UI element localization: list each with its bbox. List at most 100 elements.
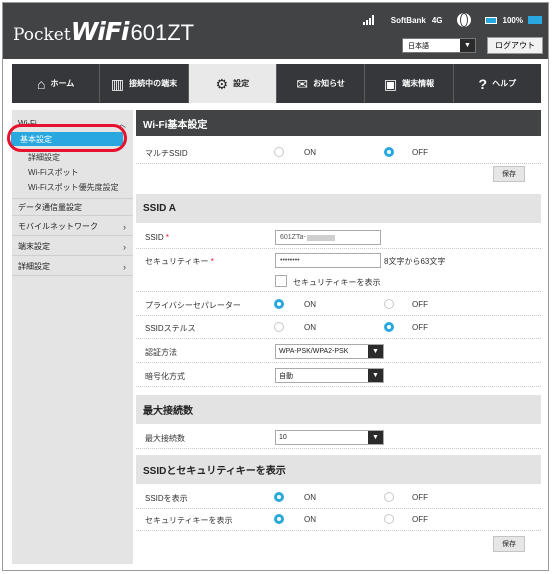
row-encryption: 暗号化方式 自動 ▼ <box>136 364 541 387</box>
row-show-key: セキュリティキーを表示 ON OFF <box>136 508 541 531</box>
home-icon: ⌂ <box>37 75 46 92</box>
sidebar-sub-wifi-spot[interactable]: Wi-Fiスポット <box>28 167 79 178</box>
brand-logo: PocketWiFi601ZT <box>13 17 194 46</box>
row-ssid: SSID * 601ZTa- <box>136 226 541 249</box>
show-key-on-radio[interactable] <box>274 514 284 524</box>
ssid-input[interactable]: 601ZTa- <box>275 230 381 245</box>
language-select[interactable]: 日本語 ▼ <box>402 38 476 53</box>
sidebar-mobile-network-label: モバイルネットワーク <box>18 222 98 231</box>
nav-notice[interactable]: ✉ お知らせ <box>277 64 366 103</box>
show-key-label: セキュリティキーを表示 <box>293 278 381 287</box>
sidebar-sub-advanced[interactable]: 詳細設定 <box>28 152 60 163</box>
nav-device-info-label: 端末情報 <box>402 79 435 88</box>
row-privacy-separator: プライバシーセパレーター ON OFF <box>136 293 541 316</box>
battery-icon <box>484 16 497 24</box>
sidebar-item-advanced[interactable]: 詳細設定 › <box>12 258 133 276</box>
row-ssid-stealth: SSIDステルス ON OFF <box>136 316 541 339</box>
sidebar-device-settings-label: 端末設定 <box>18 242 50 251</box>
nav-device-info[interactable]: ▣ 端末情報 <box>365 64 454 103</box>
stealth-off-label: OFF <box>412 323 428 332</box>
sidebar-sub-wifi-spot-priority[interactable]: Wi-Fiスポット優先度設定 <box>28 182 119 193</box>
multi-ssid-off-radio[interactable] <box>384 147 394 157</box>
max-connections-select[interactable]: 10 ▼ <box>275 430 384 445</box>
carrier-name: SoftBank <box>390 15 426 25</box>
section-display-title: SSIDとセキュリティキーを表示 <box>136 455 541 484</box>
main-nav: ⌂ ホーム ▥ 接続中の端末 ⚙ 設定 ✉ お知らせ ▣ 端末情報 ? ヘルプ <box>12 64 541 103</box>
nav-help[interactable]: ? ヘルプ <box>454 64 541 103</box>
privacy-on-label: ON <box>304 300 316 309</box>
battery-percent: 100% <box>502 15 523 25</box>
sidebar-advanced-label: 詳細設定 <box>18 262 50 271</box>
language-value: 日本語 <box>408 42 429 50</box>
row-multi-ssid: マルチSSID ON OFF <box>136 141 541 164</box>
multi-ssid-on-label: ON <box>304 148 316 157</box>
internet-globe-icon <box>456 13 471 27</box>
show-ssid-off-label: OFF <box>412 493 428 502</box>
battery-level-icon <box>528 16 542 24</box>
encryption-select[interactable]: 自動 ▼ <box>275 368 384 383</box>
nav-help-label: ヘルプ <box>492 79 517 88</box>
show-ssid-on-label: ON <box>304 493 316 502</box>
auth-method-label: 認証方法 <box>145 348 177 357</box>
max-connections-label: 最大接続数 <box>145 434 185 443</box>
chevron-right-icon: › <box>123 261 126 272</box>
highlight-callout <box>7 124 127 152</box>
network-type: 4G <box>431 15 443 25</box>
show-ssid-label: SSIDを表示 <box>145 494 188 503</box>
chevron-down-icon: ▼ <box>368 345 383 358</box>
sidebar-item-mobile-network[interactable]: モバイルネットワーク › <box>12 218 133 236</box>
save-button[interactable]: 保存 <box>493 166 525 182</box>
stealth-off-radio[interactable] <box>384 322 394 332</box>
multi-ssid-on-radio[interactable] <box>274 147 284 157</box>
show-key-off-label: OFF <box>412 515 428 524</box>
show-ssid-off-radio[interactable] <box>384 492 394 502</box>
nav-devices-label: 接続中の端末 <box>129 79 178 88</box>
nav-settings-label: 設定 <box>233 79 250 88</box>
nav-devices[interactable]: ▥ 接続中の端末 <box>100 64 189 103</box>
save-button-bottom[interactable]: 保存 <box>493 536 525 552</box>
privacy-off-radio[interactable] <box>384 299 394 309</box>
sidebar-item-data-usage[interactable]: データ通信量設定 <box>12 198 133 216</box>
auth-method-value: WPA-PSK/WPA2-PSK <box>279 348 349 355</box>
chevron-down-icon: ▼ <box>460 39 475 52</box>
show-key-on-label: ON <box>304 515 316 524</box>
devices-icon: ▥ <box>110 75 125 92</box>
security-key-label: セキュリティキー * <box>145 257 214 266</box>
row-security-key: セキュリティキー * •••••••• 8文字から63文字 セキュリティキーを表… <box>136 249 541 292</box>
privacy-off-label: OFF <box>412 300 428 309</box>
section-ssid-a-title: SSID A <box>136 194 541 223</box>
row-show-ssid: SSIDを表示 ON OFF <box>136 486 541 509</box>
chevron-right-icon: › <box>123 221 126 232</box>
sidebar-item-device-settings[interactable]: 端末設定 › <box>12 238 133 256</box>
show-key-checkbox[interactable] <box>275 275 287 287</box>
max-connections-value: 10 <box>279 434 287 441</box>
mail-icon: ✉ <box>296 75 309 92</box>
show-key-off-radio[interactable] <box>384 514 394 524</box>
logout-button[interactable]: ログアウト <box>487 37 543 54</box>
privacy-separator-label: プライバシーセパレーター <box>145 301 241 310</box>
nav-settings[interactable]: ⚙ 設定 <box>188 64 277 103</box>
help-icon: ? <box>478 75 488 92</box>
show-ssid-on-radio[interactable] <box>274 492 284 502</box>
ssid-label: SSID * <box>145 233 170 242</box>
nav-home[interactable]: ⌂ ホーム <box>12 64 101 103</box>
masked-text <box>306 234 335 241</box>
auth-method-select[interactable]: WPA-PSK/WPA2-PSK ▼ <box>275 344 384 359</box>
device-info-icon: ▣ <box>383 75 398 92</box>
stealth-on-radio[interactable] <box>274 322 284 332</box>
logo-pocket: Pocket <box>13 25 71 45</box>
chevron-right-icon: › <box>123 241 126 252</box>
security-key-input[interactable]: •••••••• <box>275 253 381 268</box>
status-bar: SoftBank 4G 100% <box>362 13 542 27</box>
chevron-down-icon: ▼ <box>368 431 383 444</box>
row-max-connections: 最大接続数 10 ▼ <box>136 426 541 449</box>
privacy-on-radio[interactable] <box>274 299 284 309</box>
multi-ssid-label: マルチSSID <box>145 149 188 158</box>
nav-home-label: ホーム <box>50 79 75 88</box>
encryption-value: 自動 <box>279 372 293 380</box>
multi-ssid-off-label: OFF <box>412 148 428 157</box>
gear-icon: ⚙ <box>215 75 229 92</box>
ssid-stealth-label: SSIDステルス <box>145 324 196 333</box>
stealth-on-label: ON <box>304 323 316 332</box>
sidebar-data-usage-label: データ通信量設定 <box>18 202 82 212</box>
